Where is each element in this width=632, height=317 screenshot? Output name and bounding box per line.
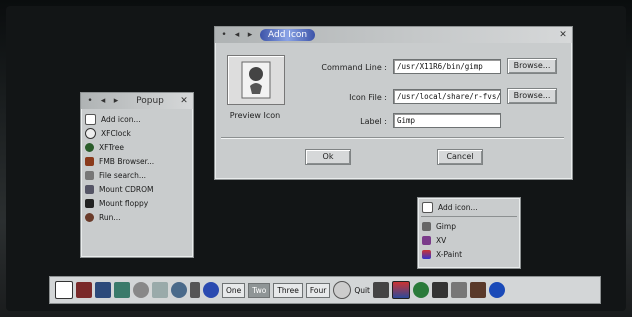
arrow-icon[interactable]: ▸ [245,30,255,40]
tux-icon[interactable] [470,282,486,298]
editor-icon[interactable] [171,282,187,298]
quit-label[interactable]: Quit [354,286,370,295]
search-icon [85,170,94,180]
popup-menu-list: Add icon... XFClock XFTree FMB Browser..… [81,109,193,224]
paint-icon [422,249,431,259]
tree-icon [85,142,94,152]
cancel-button[interactable]: Cancel [437,149,483,165]
workspace-four[interactable]: Four [305,282,331,298]
label-label: Label : [360,117,387,126]
preview-icon-label: Preview Icon [229,111,281,120]
workspace-three[interactable]: Three [273,282,303,298]
close-icon[interactable]: ✕ [179,96,189,106]
menu-item-label: X-Paint [436,249,463,259]
menu-icon[interactable]: • [85,96,95,106]
monitor-icon[interactable] [95,282,111,298]
menu-item-label: XFClock [101,128,131,138]
popup-item-mount-cdrom[interactable]: Mount CDROM [81,182,193,196]
icon-file-field[interactable]: /usr/local/share/r-fvs/ [393,89,501,104]
command-line-label: Command Line : [321,63,387,72]
arrow-icon[interactable]: ◂ [98,96,108,106]
workspace-one[interactable]: One [222,282,246,298]
popup-item-mount-floppy[interactable]: Mount floppy [81,196,193,210]
browse-icon-button[interactable]: Browse... [507,88,557,104]
floppy-icon [85,198,94,208]
menu-item-label: Mount CDROM [99,184,154,194]
gimp-icon [422,221,431,231]
close-icon[interactable]: ✕ [558,30,568,40]
workspace-two[interactable]: Two [248,282,271,298]
graphics-icon[interactable] [392,281,410,299]
menu-icon[interactable]: • [219,30,229,40]
info-icon[interactable] [489,282,505,298]
popup-item-xftree[interactable]: XFTree [81,140,193,154]
xv-icon [422,235,431,245]
menu-item-label: Run... [99,212,121,222]
menu-item-label: XV [436,235,447,245]
graphics-item-gimp[interactable]: Gimp [418,219,520,233]
menu-separator [421,216,517,217]
lock-icon[interactable] [190,282,200,298]
clock-icon [85,127,96,139]
settings-icon[interactable] [451,282,467,298]
popup-item-add-icon[interactable]: Add icon... [81,112,193,126]
doc-icon [422,201,433,213]
add-icon-dialog: • ◂ ▸ Add Icon ✕ Preview Icon Command Li… [214,26,573,180]
label-field[interactable]: Gimp [393,113,501,128]
arrow-icon[interactable]: ◂ [232,30,242,40]
popup-item-fmb-browser[interactable]: FMB Browser... [81,154,193,168]
trash-icon[interactable] [152,282,168,298]
popup-item-file-search[interactable]: File search... [81,168,193,182]
calendar-icon[interactable] [114,282,130,298]
graphics-menu: Add icon... Gimp XV X-Paint [417,197,521,269]
menu-item-label: File search... [99,170,146,180]
popup-item-xfclock[interactable]: XFClock [81,126,193,140]
terminal-icon[interactable] [373,282,389,298]
terminal-icon[interactable] [55,281,73,299]
icon-preview-box [227,55,285,105]
panel: One Two Three Four Quit [49,276,601,304]
graphics-item-xpaint[interactable]: X-Paint [418,247,520,261]
popup-titlebar[interactable]: • ◂ ▸ Popup ✕ [81,93,193,109]
cdrom-icon [85,184,94,194]
doc-icon [85,113,96,125]
gimp-icon[interactable] [413,282,429,298]
search-icon[interactable] [133,282,149,298]
gimp-icon [241,61,271,99]
menu-item-label: XFTree [99,142,124,152]
arrow-icon[interactable]: ▸ [111,96,121,106]
info-icon[interactable] [203,282,219,298]
command-line-field[interactable]: /usr/X11R6/bin/gimp [393,59,501,74]
graphics-item-xv[interactable]: XV [418,233,520,247]
dialog-separator [221,137,564,139]
popup-item-run[interactable]: Run... [81,210,193,224]
run-icon [85,212,94,222]
dialog-titlebar[interactable]: • ◂ ▸ Add Icon ✕ [215,27,572,43]
menu-item-label: Mount floppy [99,198,149,208]
menu-item-label: Add icon... [438,202,478,212]
popup-window: • ◂ ▸ Popup ✕ Add icon... XFClock XFTree… [80,92,194,258]
menu-item-label: Gimp [436,221,456,231]
mail-icon[interactable] [76,282,92,298]
dialog-title: Add Icon [260,29,316,41]
ok-button[interactable]: Ok [305,149,351,165]
browse-command-button[interactable]: Browse... [507,58,557,74]
browser-icon [85,156,94,166]
popup-title: Popup [136,96,164,106]
icon-file-label: Icon File : [349,93,387,102]
printer-icon[interactable] [432,282,448,298]
graphics-item-add-icon[interactable]: Add icon... [418,200,520,214]
menu-item-label: Add icon... [101,114,141,124]
clock-icon[interactable] [333,281,352,299]
menu-item-label: FMB Browser... [99,156,155,166]
